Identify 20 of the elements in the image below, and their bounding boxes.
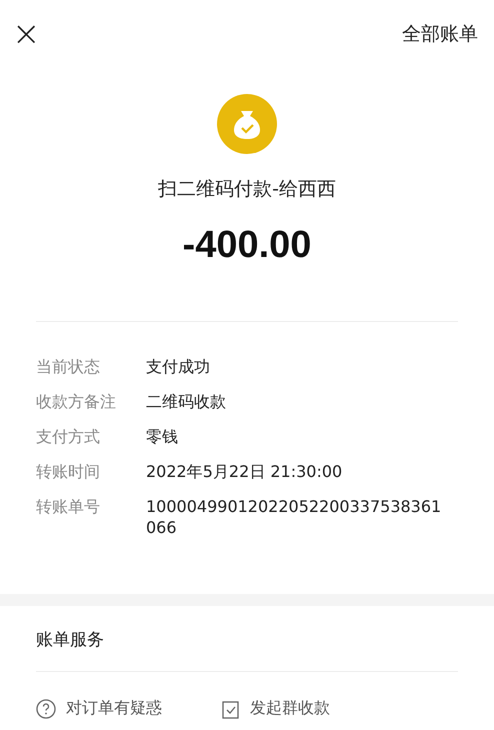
detail-label: 当前状态 bbox=[36, 356, 101, 377]
detail-value: 2022年5月22日 21:30:00 bbox=[146, 461, 344, 482]
detail-value: 支付成功 bbox=[146, 356, 211, 377]
money-bag-icon bbox=[217, 94, 277, 154]
detail-label: 转账单号 bbox=[36, 496, 101, 518]
detail-label: 支付方式 bbox=[36, 426, 101, 447]
payment-title: 扫二维码付款-给西西 bbox=[158, 177, 336, 202]
checklist-icon bbox=[222, 698, 240, 718]
service-action[interactable]: 发起群收款 bbox=[222, 698, 330, 719]
section-title: 账单服务 bbox=[35, 629, 105, 651]
detail-label: 转账时间 bbox=[36, 461, 101, 482]
all-bills-link[interactable]: 全部账单 bbox=[402, 21, 478, 47]
detail-value: 零钱 bbox=[146, 426, 179, 447]
close-button[interactable]: × bbox=[8, 17, 44, 51]
payment-amount: -400.00 bbox=[182, 224, 312, 267]
service-action[interactable]: 对订单有疑惑 bbox=[36, 698, 162, 719]
detail-label: 收款方备注 bbox=[36, 391, 117, 412]
detail-value: 10000499012022052200337538361066 bbox=[146, 496, 442, 538]
detail-value: 二维码收款 bbox=[146, 391, 227, 412]
question-icon bbox=[36, 698, 56, 718]
